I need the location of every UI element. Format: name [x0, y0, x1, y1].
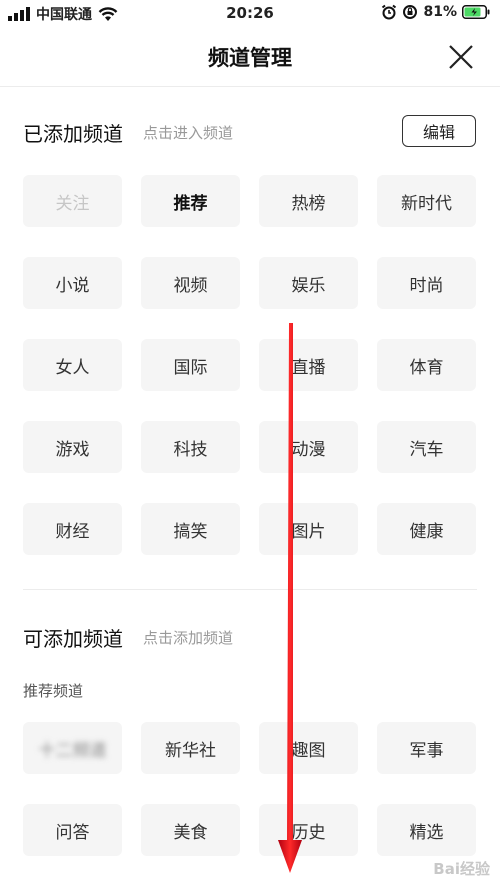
- scroll-down-arrow-annotation: [278, 323, 302, 873]
- watermark: Bai经验: [433, 860, 490, 878]
